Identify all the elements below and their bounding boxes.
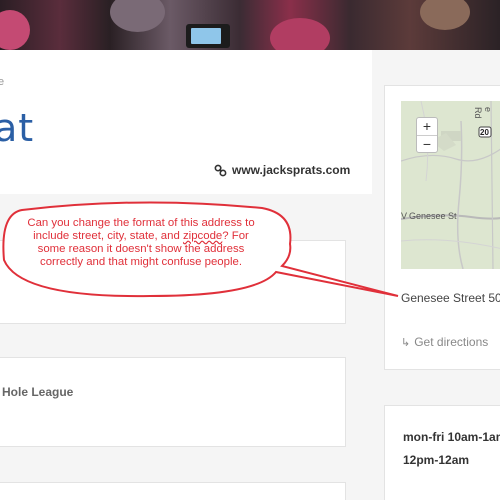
annotation-line-1: Can you change the format of this addres… xyxy=(27,217,255,229)
road-prefix: V xyxy=(401,211,408,221)
annotation-line-2-start: include street, city, state, and xyxy=(33,230,183,242)
breadcrumb[interactable]: e xyxy=(0,76,4,88)
road-label: Genesee St xyxy=(409,211,457,221)
zoom-out-button[interactable]: − xyxy=(417,136,437,153)
page-title: at xyxy=(0,106,35,150)
annotation-line-2-end: ? For xyxy=(222,230,249,242)
hero-photo xyxy=(0,0,500,50)
league-name[interactable]: Hole League xyxy=(2,385,73,399)
get-directions-label: Get directions xyxy=(414,335,489,349)
address-text: Genesee Street 50 xyxy=(401,291,500,305)
league-card xyxy=(0,357,346,447)
hours-weekend: 12pm-12am xyxy=(403,453,470,467)
map-zoom-control[interactable]: + − xyxy=(416,117,438,153)
get-directions-link[interactable]: ↳ Get directions xyxy=(401,335,488,349)
annotation-line-2: include street, city, state, and zipcode… xyxy=(8,230,274,243)
website-label: www.jacksprats.com xyxy=(232,163,351,177)
hours-weekday: mon-fri 10am-1am xyxy=(403,430,500,444)
route-badge: 20 xyxy=(480,128,489,137)
road-label-2: e Rd xyxy=(473,107,493,119)
phone-screen xyxy=(191,28,221,44)
info-card-bottom xyxy=(0,482,346,500)
annotation-marked-word: zipcode xyxy=(182,230,223,242)
turn-arrow-icon: ↳ xyxy=(401,336,411,349)
annotation-line-3: some reason it doesn't show the address xyxy=(37,243,245,255)
website-link[interactable]: www.jacksprats.com xyxy=(214,163,350,177)
zoom-in-button[interactable]: + xyxy=(417,118,437,135)
link-icon xyxy=(214,164,227,176)
annotation-text: Can you change the format of this addres… xyxy=(8,217,274,269)
annotation-line-4: correctly and that might confuse people. xyxy=(40,256,242,268)
